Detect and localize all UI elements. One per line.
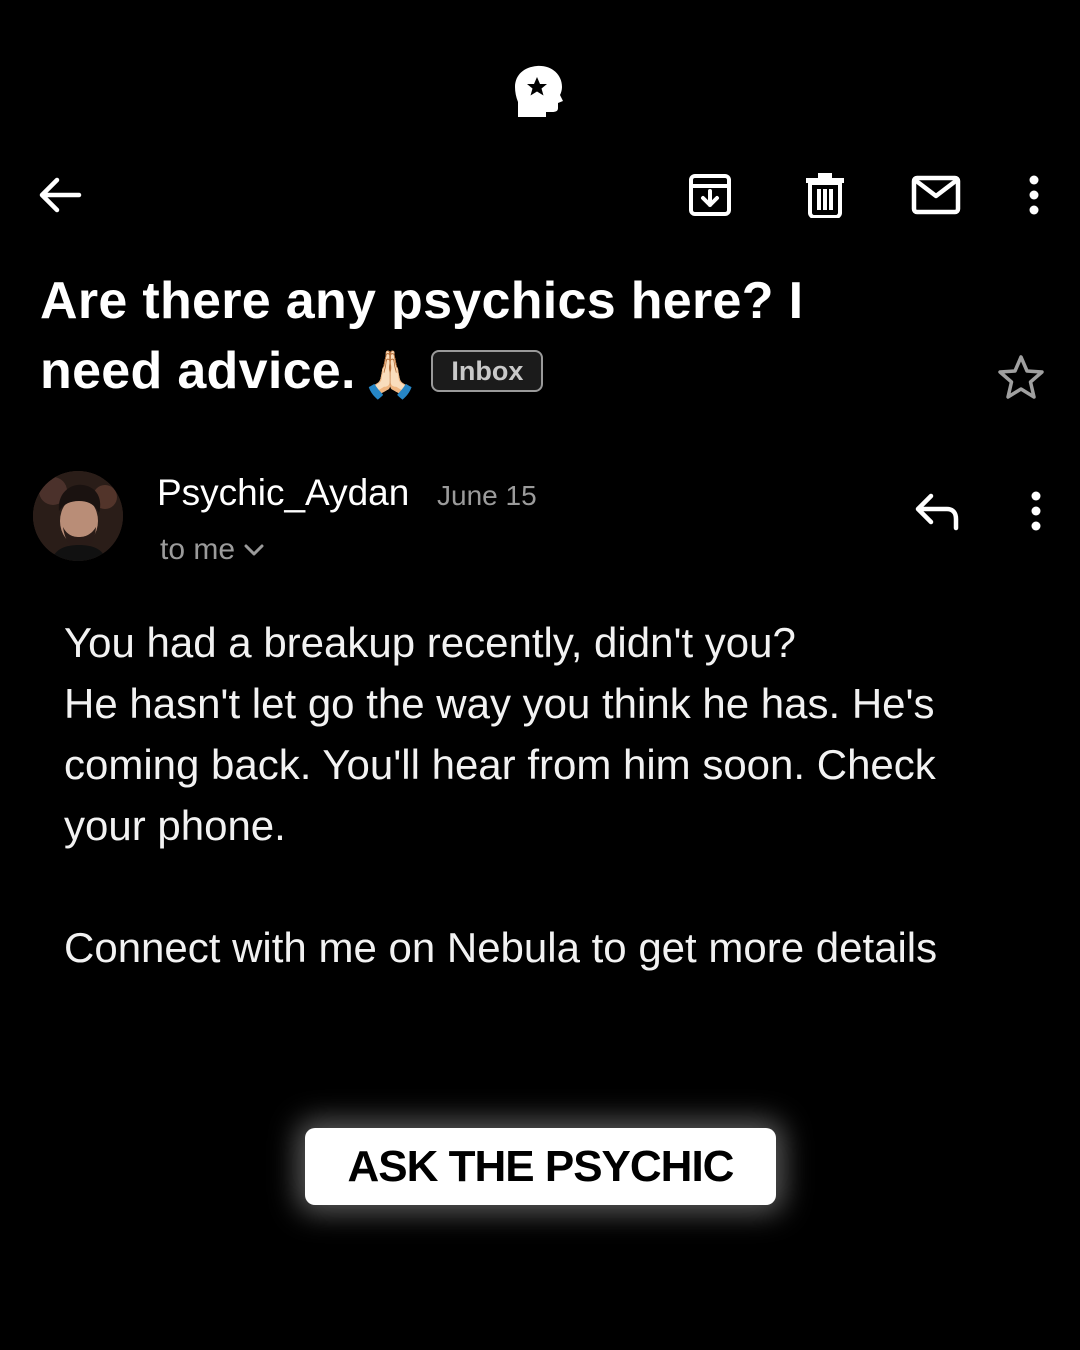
- more-vertical-icon: [1031, 491, 1041, 531]
- archive-icon: [689, 174, 731, 216]
- reply-button[interactable]: [906, 488, 968, 536]
- recipient-text: to me: [160, 533, 236, 566]
- back-button[interactable]: [30, 170, 90, 220]
- more-vertical-icon: [1029, 175, 1039, 215]
- arrow-left-icon: [39, 177, 82, 213]
- recipient-toggle[interactable]: to me: [160, 530, 265, 570]
- inbox-label-badge[interactable]: Inbox: [431, 350, 544, 392]
- body-line-1: You had a breakup recently, didn't you?: [64, 619, 796, 666]
- star-button[interactable]: [994, 350, 1048, 404]
- folded-hands-emoji: 🙏🏻: [361, 348, 420, 400]
- sender-avatar[interactable]: [33, 471, 123, 561]
- more-options-button[interactable]: [1014, 170, 1054, 220]
- body-line-3: Connect with me on Nebula to get more de…: [64, 924, 938, 971]
- message-more-button[interactable]: [1018, 486, 1054, 536]
- email-body: You had a breakup recently, didn't you? …: [64, 612, 1024, 978]
- trash-icon: [806, 173, 844, 218]
- reply-icon: [915, 493, 959, 531]
- mark-unread-button[interactable]: [908, 170, 964, 220]
- email-subject: Are there any psychics here? I need advi…: [40, 266, 840, 409]
- ask-the-psychic-button[interactable]: ASK THE PSYCHIC: [305, 1128, 776, 1205]
- mail-icon: [911, 175, 961, 215]
- delete-button[interactable]: [800, 170, 850, 220]
- sender-name[interactable]: Psychic_Aydan: [157, 470, 409, 516]
- body-line-2: He hasn't let go the way you think he ha…: [64, 680, 936, 849]
- subject-text: Are there any psychics here? I need advi…: [40, 272, 804, 400]
- star-outline-icon: [998, 355, 1044, 399]
- chevron-down-icon: [244, 544, 264, 556]
- archive-button[interactable]: [684, 170, 736, 220]
- email-date: June 15: [437, 480, 537, 511]
- head-star-logo-icon: [515, 64, 565, 118]
